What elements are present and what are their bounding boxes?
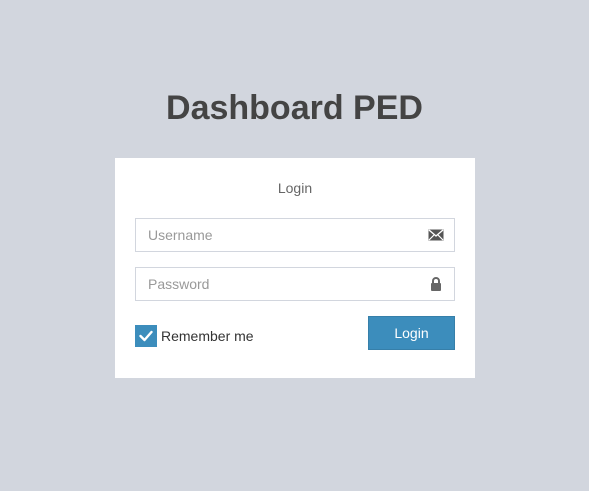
username-field [135,218,455,252]
lock-icon [431,277,441,291]
check-icon [139,330,153,342]
password-field [135,267,455,301]
envelope-icon [428,229,444,241]
app-title: Dashboard PED [166,89,423,127]
login-page: Dashboard PED Login Remember [0,0,589,491]
password-input[interactable] [136,268,418,300]
login-box: Login Remember me Login [115,158,475,378]
remember-me-checkbox[interactable] [135,325,157,347]
remember-me-label[interactable]: Remember me [161,328,254,344]
remember-me: Remember me [135,325,254,347]
login-box-title: Login [277,180,313,196]
username-input[interactable] [136,219,418,251]
login-button[interactable]: Login [368,316,455,350]
